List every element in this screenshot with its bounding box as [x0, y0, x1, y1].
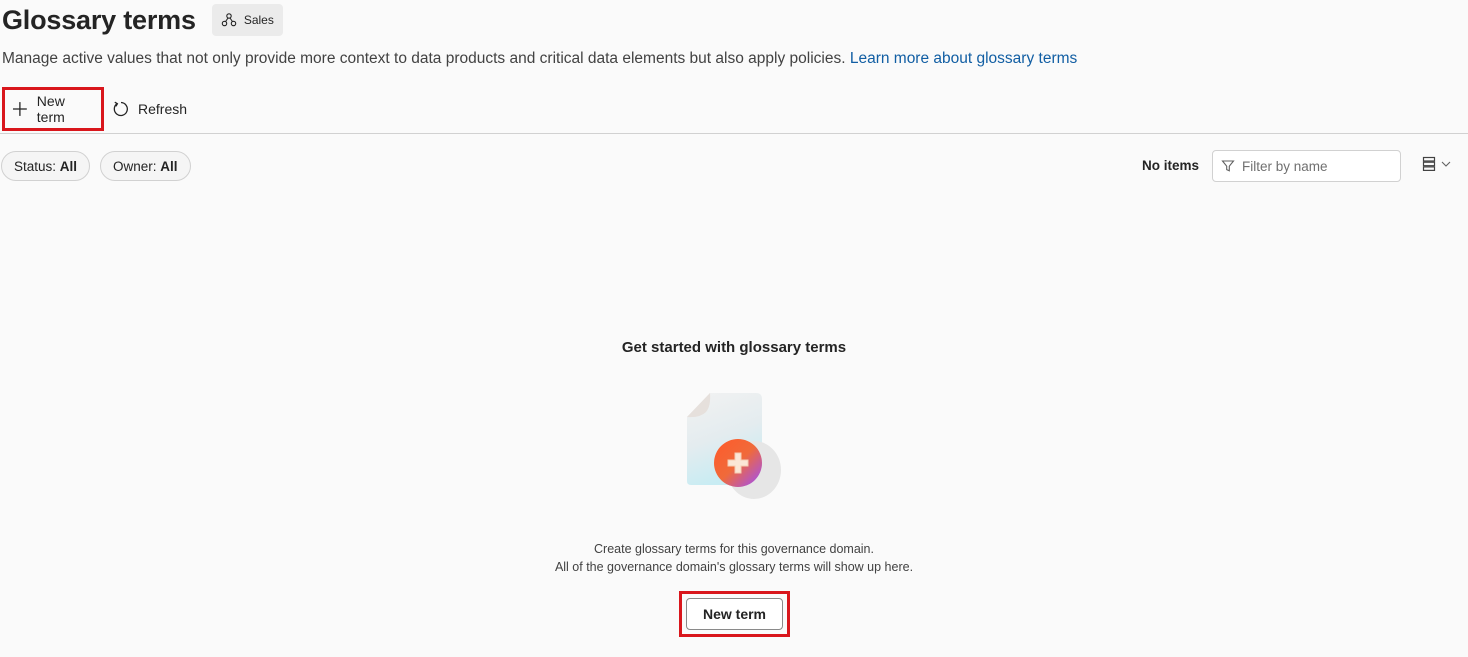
new-document-illustration-icon — [687, 393, 781, 499]
filter-icon — [1221, 160, 1235, 172]
new-term-highlight-frame: New term — [679, 591, 790, 637]
view-options-button[interactable] — [1422, 156, 1452, 172]
learn-more-link[interactable]: Learn more about glossary terms — [850, 50, 1077, 67]
chevron-down-icon — [1441, 161, 1451, 167]
new-term-toolbar-label: New term — [36, 93, 65, 125]
list-view-icon — [1422, 156, 1436, 171]
status-filter-value: All — [59, 158, 78, 174]
status-filter-label: Status: — [14, 158, 57, 174]
new-term-button[interactable]: New term — [686, 598, 783, 630]
domain-chip-label: Sales — [243, 13, 274, 27]
description-text: Manage active values that not only provi… — [2, 50, 850, 67]
page-title: Glossary terms — [2, 4, 196, 35]
plus-icon — [12, 102, 27, 116]
filter-placeholder: Filter by name — [1242, 158, 1328, 174]
refresh-label: Refresh — [138, 101, 188, 117]
domain-nodes-icon — [221, 13, 237, 27]
refresh-icon — [113, 101, 128, 117]
domain-chip[interactable]: Sales — [211, 4, 283, 36]
owner-filter-pill[interactable]: Owner: All — [100, 151, 191, 181]
empty-state-description: Create glossary terms for this governanc… — [0, 540, 1468, 576]
page-header: Glossary terms Sales — [2, 4, 283, 36]
glossary-terms-page: Glossary terms Sales Manage active value… — [0, 0, 1468, 657]
empty-state-title: Get started with glossary terms — [621, 339, 847, 356]
refresh-button[interactable]: Refresh — [104, 87, 195, 131]
empty-state-line-1: Create glossary terms for this governanc… — [594, 542, 874, 556]
empty-state-line-2: All of the governance domain's glossary … — [554, 560, 914, 574]
status-filter-pill[interactable]: Status: All — [1, 151, 91, 181]
page-description: Manage active values that not only provi… — [2, 50, 1077, 68]
owner-filter-value: All — [160, 158, 178, 174]
filter-by-name-input[interactable]: Filter by name — [1212, 150, 1401, 182]
owner-filter-label: Owner: — [113, 158, 157, 174]
item-count: No items — [1142, 158, 1200, 173]
new-term-toolbar-button[interactable]: New term — [2, 87, 104, 131]
toolbar-divider — [0, 133, 1468, 134]
command-bar: New term Refresh — [2, 87, 195, 131]
